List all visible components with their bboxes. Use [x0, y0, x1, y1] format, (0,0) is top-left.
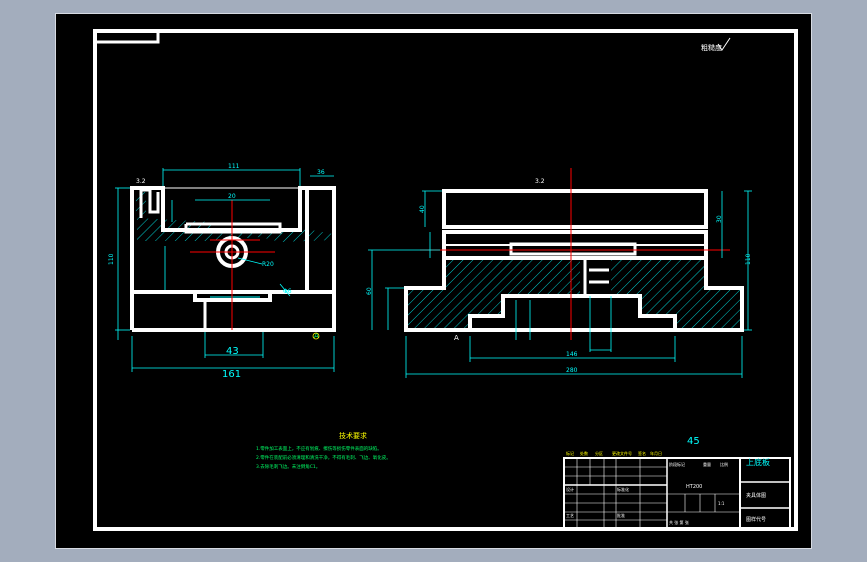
side-inner-dim: 146 — [566, 351, 578, 358]
tb-name-box: 夹具体图 — [746, 492, 766, 499]
front-height-dim: 110 — [108, 253, 115, 265]
tb-sheet: 共 张 第 张 — [669, 519, 689, 525]
tb-change-no: 更改文件号 — [612, 450, 632, 456]
tb-std: 标准化 — [617, 486, 629, 492]
side-height-dim: 110 — [745, 253, 752, 265]
tb-count: 处数 — [580, 450, 588, 456]
tb-zone: 分区 — [595, 450, 603, 456]
tb-weight: 重量 — [703, 461, 711, 467]
scale-number: 45 — [687, 436, 700, 447]
tech-req-line-3: 3.去除毛刺飞边。未注倒角C1。 — [256, 463, 320, 470]
tb-design: 设计 — [566, 486, 574, 492]
tb-sign: 签名 — [638, 450, 646, 456]
front-tab-dim: 36 — [317, 169, 325, 176]
tb-material: HT200 — [686, 484, 702, 490]
part-name: 上底板 — [746, 457, 770, 467]
front-bore-dim: 43 — [226, 346, 239, 357]
side-section-label: A — [454, 334, 459, 342]
side-view: 280 146 110 60 40 30 3.2 A — [366, 168, 752, 378]
tech-req-title: 技术要求 — [339, 431, 367, 440]
side-left-dim: 60 — [366, 287, 373, 295]
side-mid-dim: 30 — [716, 215, 723, 223]
front-hole-dim: Φ6 — [283, 288, 292, 295]
front-roughness: 3.2 — [136, 178, 146, 185]
cad-drawing: 粗糙度 161 43 111 20 36 110 R20 Φ6 3.2 A 28… — [93, 29, 798, 531]
tb-date: 年月日 — [650, 450, 662, 456]
roughness-note: 粗糙度 — [701, 43, 722, 52]
front-radius-dim: R20 — [262, 261, 274, 268]
side-total-dim: 280 — [566, 367, 578, 374]
front-width-dim: 161 — [222, 369, 241, 380]
side-small-dim: 40 — [419, 205, 426, 213]
front-view: 161 43 111 20 36 110 R20 Φ6 3.2 A — [108, 163, 336, 380]
tb-scale-value: 1:1 — [718, 501, 725, 506]
tb-drawing-no: 图样代号 — [746, 516, 766, 523]
side-roughness: 3.2 — [535, 178, 545, 185]
tb-process: 工艺 — [566, 513, 574, 518]
front-depth-dim: 20 — [228, 193, 236, 200]
tb-scale: 比例 — [720, 461, 728, 467]
tb-stage: 阶段标记 — [669, 461, 685, 467]
tb-mark: 标记 — [566, 450, 574, 456]
tech-req-line-2: 2.零件在装配前必须清理和清洗干净，不得有毛刺、飞边、氧化皮。 — [256, 454, 391, 461]
tb-approve: 批准 — [617, 512, 625, 518]
front-top-dim: 111 — [228, 163, 240, 170]
tech-req-line-1: 1.零件加工表面上，不应有划痕、擦伤等损伤零件表面的缺陷。 — [256, 445, 382, 452]
